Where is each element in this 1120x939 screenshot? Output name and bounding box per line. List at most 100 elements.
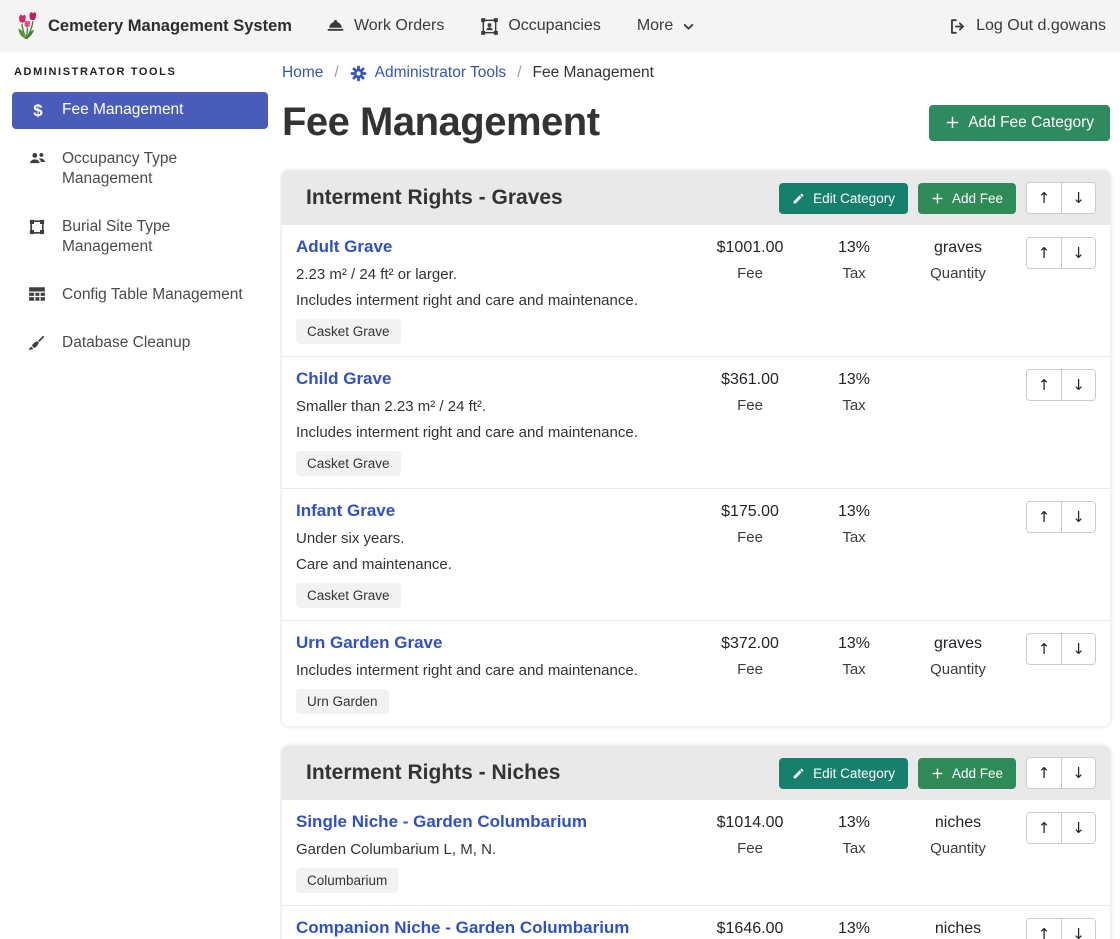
categories: Interment Rights - Graves Edit Category …	[282, 171, 1110, 939]
users-icon	[28, 149, 48, 167]
move-fee-down-button[interactable]: ↓	[1061, 634, 1095, 664]
fee-description-1: Under six years.	[296, 530, 698, 547]
fee-tax-label: Tax	[802, 397, 906, 414]
fee-name-link[interactable]: Single Niche - Garden Columbarium	[296, 812, 587, 832]
sidebar-item-fee-management[interactable]: $ Fee Management	[12, 92, 268, 129]
sidebar-item-database-cleanup[interactable]: Database Cleanup	[12, 325, 268, 361]
app-title: Cemetery Management System	[48, 17, 292, 36]
sidebar-item-burial-site-type[interactable]: Burial Site Type Management	[12, 209, 268, 265]
edit-category-button[interactable]: Edit Category	[779, 758, 908, 789]
move-fee-down-button[interactable]: ↓	[1061, 502, 1095, 532]
breadcrumb-separator: /	[517, 64, 521, 82]
fee-tax-label: Tax	[802, 840, 906, 857]
fee-quantity-label: Quantity	[906, 661, 1010, 678]
gear-icon	[350, 65, 367, 82]
fee-quantity-column: graves Quantity	[906, 633, 1010, 678]
fee-description-1: Garden Columbarium L, M, N.	[296, 841, 698, 858]
category-header: Interment Rights - Niches Edit Category …	[282, 746, 1110, 800]
breadcrumb-admin-tools-label: Administrator Tools	[375, 64, 507, 82]
sidebar-heading: ADMINISTRATOR TOOLS	[12, 66, 268, 78]
fee-name-link[interactable]: Child Grave	[296, 369, 391, 389]
nav-work-orders-label: Work Orders	[354, 17, 444, 35]
move-fee-down-button[interactable]: ↓	[1061, 238, 1095, 268]
sidebar-item-occupancy-type[interactable]: Occupancy Type Management	[12, 141, 268, 197]
move-fee-down-button[interactable]: ↓	[1061, 919, 1095, 939]
fee-name-link[interactable]: Adult Grave	[296, 237, 392, 257]
move-category-up-button[interactable]: ↑	[1027, 758, 1061, 788]
fee-reorder-group: ↑ ↓	[1026, 369, 1096, 401]
breadcrumb-home-link[interactable]: Home	[282, 64, 323, 82]
fee-amount-value: $361.00	[698, 371, 802, 389]
fee-reorder-group: ↑ ↓	[1026, 237, 1096, 269]
fee-tax-value: 13%	[802, 814, 906, 832]
fee-quantity-column: niches Quantity	[906, 812, 1010, 857]
fee-amount-label: Fee	[698, 840, 802, 857]
sidebar: ADMINISTRATOR TOOLS $ Fee Management Occ…	[0, 52, 280, 939]
fee-description-2: Includes interment right and care and ma…	[296, 424, 698, 441]
pencil-icon	[792, 192, 805, 205]
move-fee-up-button[interactable]: ↑	[1027, 238, 1061, 268]
sidebar-item-label: Database Cleanup	[62, 333, 190, 353]
category-reorder-group: ↑ ↓	[1026, 182, 1096, 214]
category-reorder-group: ↑ ↓	[1026, 757, 1096, 789]
pencil-icon	[792, 767, 805, 780]
fee-tax-column: 13% Tax	[802, 237, 906, 282]
fee-name-link[interactable]: Infant Grave	[296, 501, 395, 521]
sign-out-icon	[948, 17, 967, 36]
move-fee-up-button[interactable]: ↑	[1027, 813, 1061, 843]
fee-tax-value: 13%	[802, 920, 906, 938]
nav-work-orders[interactable]: Work Orders	[326, 17, 444, 36]
move-fee-down-button[interactable]: ↓	[1061, 370, 1095, 400]
fee-tax-value: 13%	[802, 635, 906, 653]
logout-button[interactable]: Log Out d.gowans	[948, 17, 1106, 36]
fee-name-link[interactable]: Companion Niche - Garden Columbarium	[296, 918, 629, 938]
fee-type-badge: Urn Garden	[296, 689, 389, 714]
fee-quantity-value: graves	[906, 635, 1010, 653]
add-fee-button[interactable]: Add Fee	[918, 758, 1016, 789]
fee-amount-label: Fee	[698, 661, 802, 678]
fee-quantity-column: Quantity	[906, 501, 1010, 528]
fee-tax-column: 13% Tax	[802, 369, 906, 414]
fee-quantity-label: Quantity	[906, 265, 1010, 282]
nav-occupancies[interactable]: Occupancies	[480, 17, 601, 36]
fee-row: Infant Grave Under six years. Care and m…	[282, 489, 1110, 621]
fee-tax-value: 13%	[802, 371, 906, 389]
fee-amount-value: $1014.00	[698, 814, 802, 832]
nav-more[interactable]: More	[637, 17, 695, 35]
fee-amount-value: $1646.00	[698, 920, 802, 938]
move-fee-up-button[interactable]: ↑	[1027, 370, 1061, 400]
fee-info: Child Grave Smaller than 2.23 m² / 24 ft…	[296, 369, 698, 476]
fee-amount-label: Fee	[698, 529, 802, 546]
move-category-down-button[interactable]: ↓	[1061, 758, 1095, 788]
move-fee-up-button[interactable]: ↑	[1027, 502, 1061, 532]
move-fee-up-button[interactable]: ↑	[1027, 919, 1061, 939]
fee-name-link[interactable]: Urn Garden Grave	[296, 633, 442, 653]
fee-amount-value: $372.00	[698, 635, 802, 653]
plus-icon	[931, 192, 944, 205]
move-fee-down-button[interactable]: ↓	[1061, 813, 1095, 843]
fee-description-1: Includes interment right and care and ma…	[296, 662, 698, 679]
main-nav: Work Orders Occupancies More	[326, 17, 948, 36]
sidebar-item-config-table[interactable]: Config Table Management	[12, 277, 268, 313]
move-fee-up-button[interactable]: ↑	[1027, 634, 1061, 664]
occupancy-frame-icon	[480, 17, 499, 36]
fee-description-2: Includes interment right and care and ma…	[296, 292, 698, 309]
edit-category-button[interactable]: Edit Category	[779, 183, 908, 214]
move-category-up-button[interactable]: ↑	[1027, 183, 1061, 213]
breadcrumb-admin-tools-link[interactable]: Administrator Tools	[350, 64, 507, 82]
fee-tax-label: Tax	[802, 529, 906, 546]
fee-row: Adult Grave 2.23 m² / 24 ft² or larger. …	[282, 225, 1110, 357]
add-fee-category-label: Add Fee Category	[968, 114, 1094, 132]
top-navbar: Cemetery Management System Work Orders	[0, 0, 1120, 52]
main-content: Home / Administrator Tool	[280, 52, 1120, 939]
move-category-down-button[interactable]: ↓	[1061, 183, 1095, 213]
fee-tax-column: 13% Tax	[802, 633, 906, 678]
fee-tax-value: 13%	[802, 239, 906, 257]
add-fee-button[interactable]: Add Fee	[918, 183, 1016, 214]
fee-info: Single Niche - Garden Columbarium Garden…	[296, 812, 698, 893]
sidebar-item-label: Fee Management	[62, 100, 184, 120]
add-fee-label: Add Fee	[952, 766, 1003, 781]
fee-tax-label: Tax	[802, 661, 906, 678]
hard-hat-icon	[326, 17, 345, 36]
add-fee-category-button[interactable]: Add Fee Category	[929, 105, 1110, 141]
